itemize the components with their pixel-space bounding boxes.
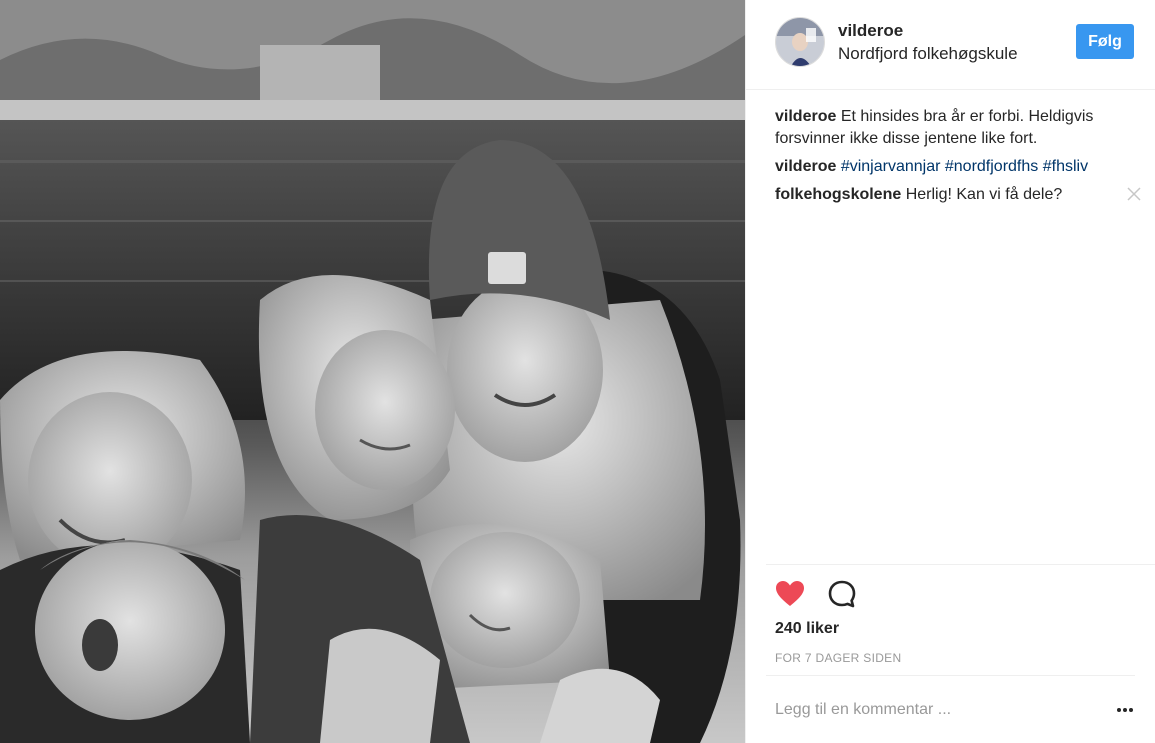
more-options-icon[interactable] <box>1115 702 1135 718</box>
post-header: vilderoe Nordfjord folkehøgskule Følg <box>746 0 1155 90</box>
avatar-photo <box>776 18 824 66</box>
comment-list: vilderoe Et hinsides bra år er forbi. He… <box>775 106 1141 212</box>
comment-text: Herlig! Kan vi få dele? <box>905 186 1063 203</box>
post-photo[interactable] <box>0 0 745 743</box>
comment-input[interactable] <box>775 698 1075 722</box>
avatar[interactable] <box>775 17 825 67</box>
post-details-panel: vilderoe Nordfjord folkehøgskule Følg vi… <box>745 0 1155 743</box>
list-item-comment: folkehogskolene Herlig! Kan vi få dele? <box>775 184 1141 206</box>
hashtag-link[interactable]: #vinjarvannjar <box>841 158 941 175</box>
caption: vilderoe Et hinsides bra år er forbi. He… <box>775 106 1135 150</box>
hashtag-comment: vilderoe #vinjarvannjar #nordfjordfhs #f… <box>775 156 1135 178</box>
add-comment-section <box>766 675 1135 743</box>
close-icon[interactable] <box>1127 187 1141 201</box>
hashtag-link[interactable]: #nordfjordfhs <box>945 158 1038 175</box>
comment-bubble-icon[interactable] <box>826 578 858 610</box>
like-count[interactable]: 240 liker <box>775 620 839 638</box>
post-timestamp[interactable]: FOR 7 DAGER SIDEN <box>775 651 901 665</box>
hashtag-link[interactable]: #fhsliv <box>1043 158 1088 175</box>
instagram-post: vilderoe Nordfjord folkehøgskule Følg vi… <box>0 0 1155 743</box>
comment-username[interactable]: vilderoe <box>775 158 836 175</box>
heart-icon[interactable] <box>774 578 806 610</box>
author-username[interactable]: vilderoe <box>838 21 903 41</box>
comment-username[interactable]: vilderoe <box>775 108 836 125</box>
follow-button[interactable]: Følg <box>1076 24 1134 59</box>
action-bar <box>774 578 858 610</box>
divider <box>766 564 1155 566</box>
comment-username[interactable]: folkehogskolene <box>775 186 901 203</box>
photo-illustration <box>0 0 745 743</box>
post-location[interactable]: Nordfjord folkehøgskule <box>838 44 1018 64</box>
